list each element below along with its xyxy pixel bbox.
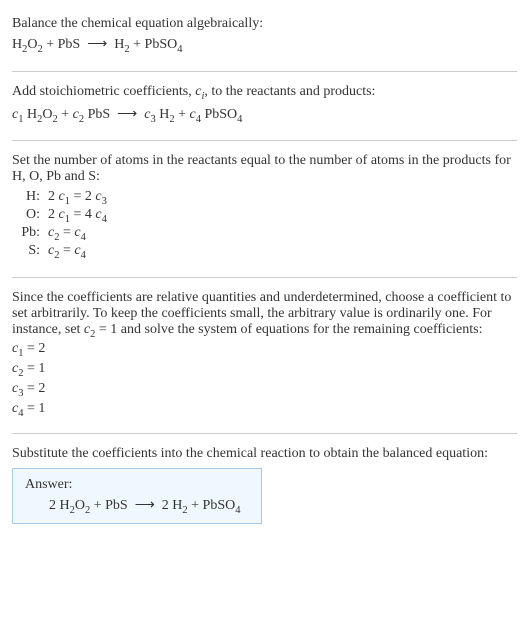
divider [12,433,517,434]
balanced-equation: 2 H2O2 + PbS ⟶ 2 H2 + PbSO4 [25,497,249,516]
divider [12,140,517,141]
coefficients-equation: c1 H2O2 + c2 PbS ⟶ c3 H2 + c4 PbSO4 [12,106,517,125]
atom-label: S: [20,243,48,259]
substitute-title: Substitute the coefficients into the che… [12,446,517,462]
coef-c2: c2 = 1 [12,361,517,379]
atom-equation: c2 = c4 [48,225,86,243]
atom-row-pb: Pb: c2 = c4 [20,225,517,243]
atom-equations-table: H: 2 c1 = 2 c3 O: 2 c1 = 4 c4 Pb: c2 = c… [20,189,517,260]
section-atom-equations: Set the number of atoms in the reactants… [12,145,517,272]
atom-equations-title: Set the number of atoms in the reactants… [12,153,517,185]
atom-label: Pb: [20,225,48,241]
atom-equation: c2 = c4 [48,243,86,261]
atom-row-o: O: 2 c1 = 4 c4 [20,207,517,225]
section-solve: Since the coefficients are relative quan… [12,282,517,429]
coef-c3: c3 = 2 [12,381,517,399]
answer-label: Answer: [25,477,249,493]
intro-title: Balance the chemical equation algebraica… [12,16,517,32]
divider [12,71,517,72]
divider [12,277,517,278]
atom-label: H: [20,189,48,205]
atom-label: O: [20,207,48,223]
answer-box: Answer: 2 H2O2 + PbS ⟶ 2 H2 + PbSO4 [12,468,262,525]
atom-row-h: H: 2 c1 = 2 c3 [20,189,517,207]
solve-title: Since the coefficients are relative quan… [12,290,517,340]
section-balance-intro: Balance the chemical equation algebraica… [12,8,517,67]
coef-c1: c1 = 2 [12,341,517,359]
atom-equation: 2 c1 = 2 c3 [48,189,107,207]
atom-row-s: S: c2 = c4 [20,243,517,261]
coefficients-title: Add stoichiometric coefficients, ci, to … [12,84,517,102]
coef-c4: c4 = 1 [12,401,517,419]
section-answer: Substitute the coefficients into the che… [12,438,517,539]
atom-equation: 2 c1 = 4 c4 [48,207,107,225]
unbalanced-equation: H2O2 + PbS ⟶ H2 + PbSO4 [12,36,517,55]
section-coefficients: Add stoichiometric coefficients, ci, to … [12,76,517,137]
